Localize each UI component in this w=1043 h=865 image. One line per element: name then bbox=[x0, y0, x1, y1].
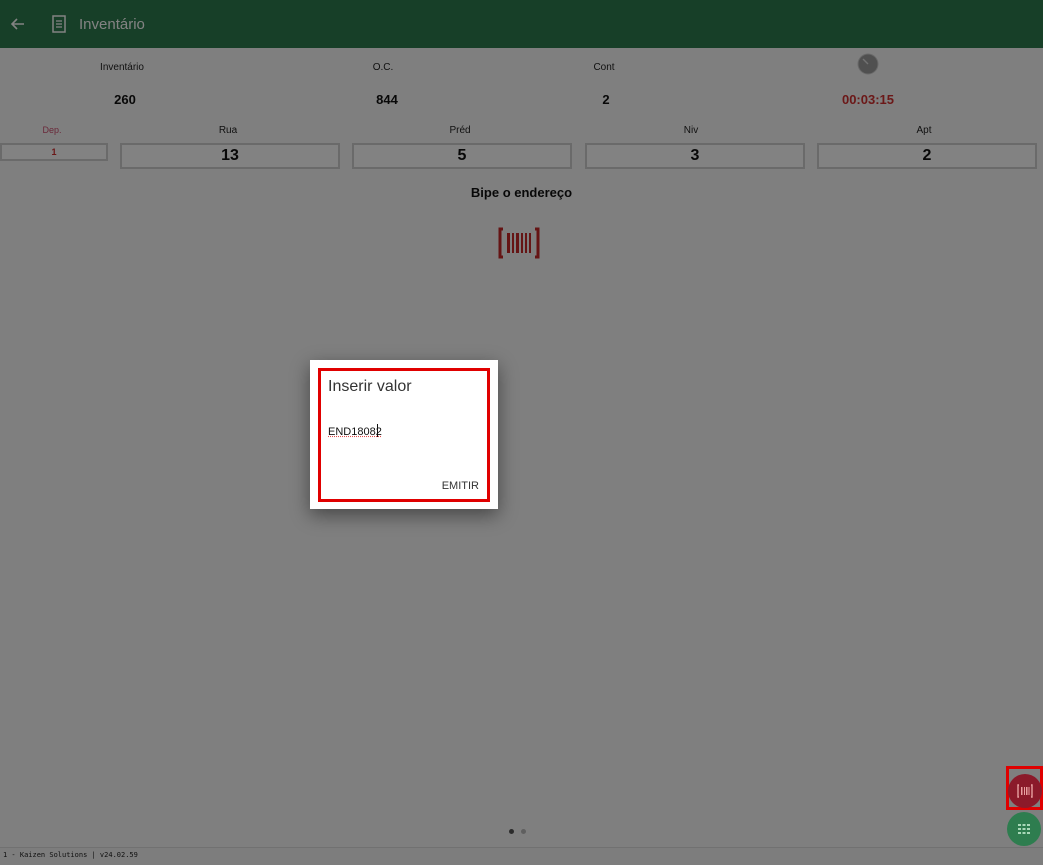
keypad-fab-button[interactable] bbox=[1007, 812, 1041, 846]
scan-fab-button[interactable] bbox=[1008, 774, 1042, 808]
value-input[interactable] bbox=[328, 424, 438, 440]
text-caret bbox=[377, 424, 378, 437]
keypad-icon bbox=[1018, 824, 1030, 834]
input-dialog: Inserir valor EMITIR bbox=[310, 360, 498, 509]
barcode-icon bbox=[1017, 784, 1033, 798]
modal-backdrop[interactable] bbox=[0, 0, 1043, 865]
emitir-button[interactable]: EMITIR bbox=[442, 480, 479, 492]
dialog-title: Inserir valor bbox=[328, 378, 412, 395]
